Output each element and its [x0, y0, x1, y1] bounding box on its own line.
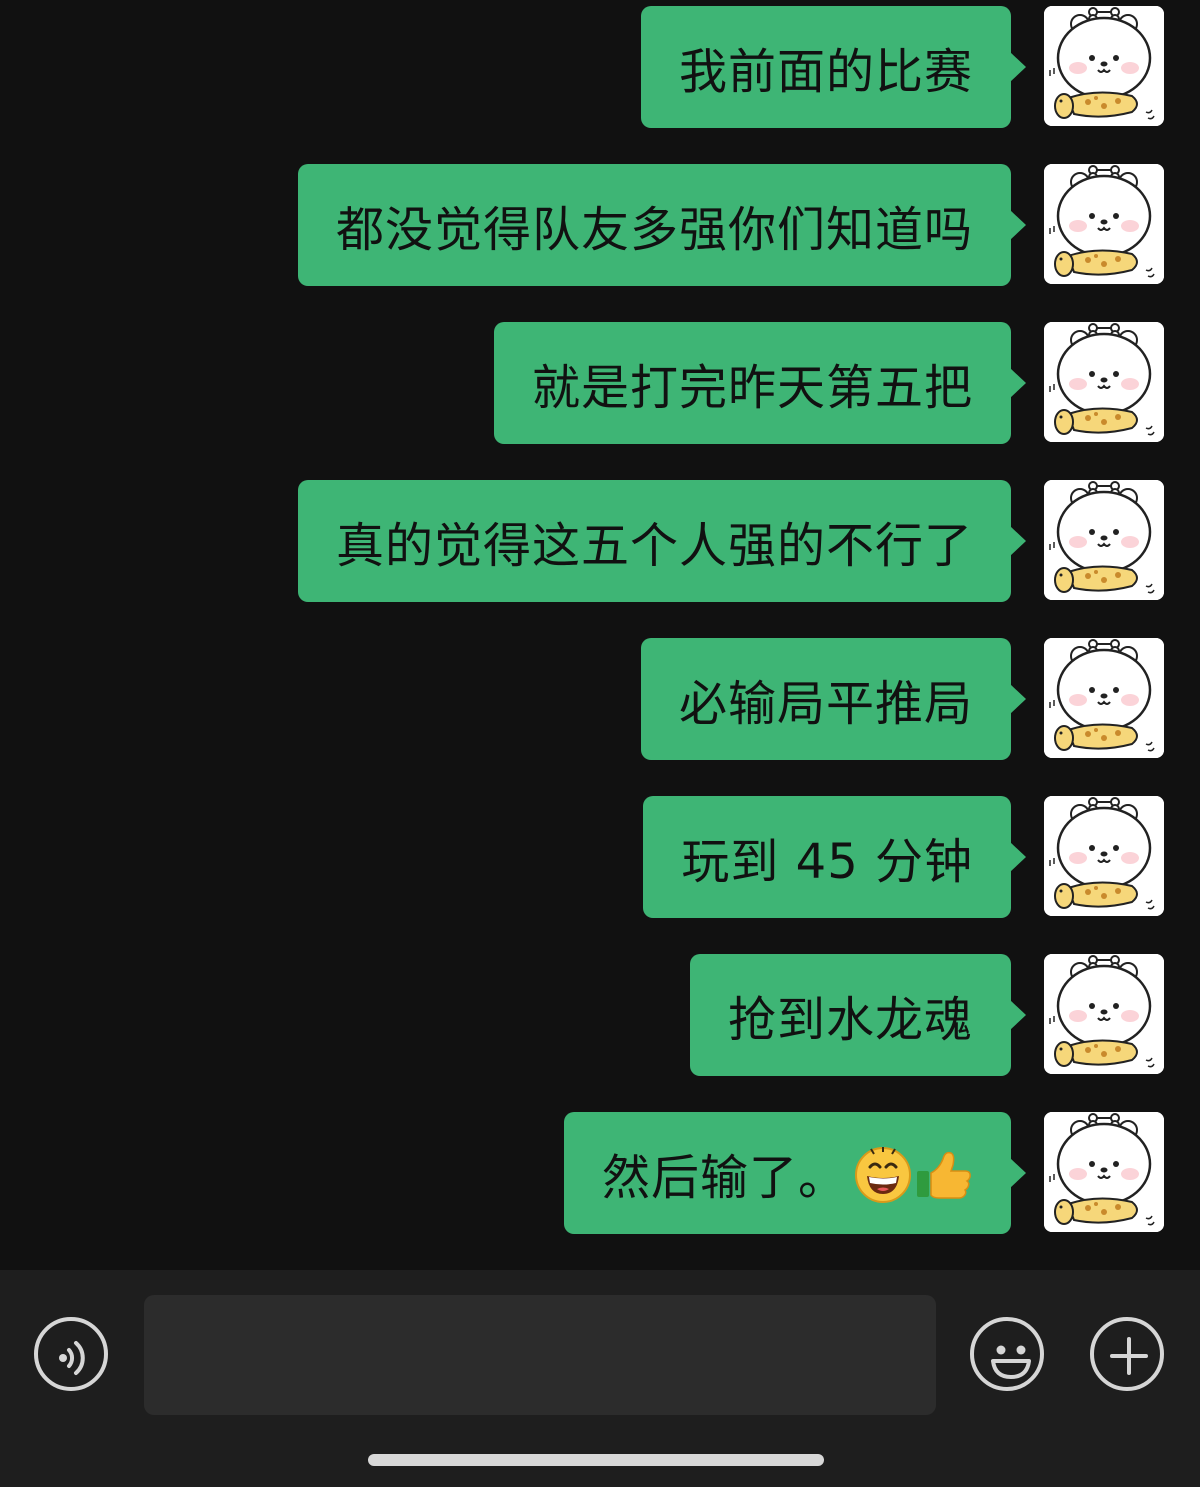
message-text: 我前面的比赛 — [678, 44, 973, 100]
message-text: 玩到 45 分钟 — [681, 834, 973, 890]
message-bubble[interactable]: 然后输了。 — [563, 1112, 1027, 1234]
message-input[interactable] — [144, 1295, 936, 1415]
message-row: 必输局平推局 — [640, 638, 1164, 760]
bear-sticker-avatar[interactable] — [1044, 322, 1164, 442]
message-bubble[interactable]: 真的觉得这五个人强的不行了 — [297, 480, 1027, 602]
plus-icon — [1110, 1337, 1148, 1375]
more-options-button[interactable] — [1090, 1317, 1164, 1391]
bear-sticker-avatar[interactable] — [1044, 480, 1164, 600]
message-text: 都没觉得队友多强你们知道吗 — [335, 202, 973, 258]
bear-sticker-avatar[interactable] — [1044, 164, 1164, 284]
message-bubble[interactable]: 必输局平推局 — [640, 638, 1027, 760]
message-row: 玩到 45 分钟 — [643, 796, 1164, 918]
message-text: 然后输了。 — [601, 1150, 847, 1206]
chat-area[interactable]: 我前面的比赛 都没觉得队友多强你们知道吗 就是打完昨天第五把 真的觉得这五个人强… — [0, 0, 1200, 1270]
bear-sticker-avatar[interactable] — [1044, 1112, 1164, 1232]
message-text: 真的觉得这五个人强的不行了 — [335, 518, 973, 574]
message-bubble[interactable]: 就是打完昨天第五把 — [493, 322, 1027, 444]
input-bar — [0, 1270, 1200, 1487]
message-text: 就是打完昨天第五把 — [531, 360, 973, 416]
bear-sticker-avatar[interactable] — [1044, 796, 1164, 916]
message-row: 真的觉得这五个人强的不行了 — [297, 480, 1164, 602]
thumbs-up-emoji — [913, 1143, 973, 1203]
voice-icon — [59, 1341, 85, 1375]
voice-button[interactable] — [34, 1317, 108, 1391]
home-indicator[interactable] — [368, 1454, 824, 1466]
message-text: 抢到水龙魂 — [727, 992, 973, 1048]
message-bubble[interactable]: 抢到水龙魂 — [689, 954, 1027, 1076]
message-row: 我前面的比赛 — [640, 6, 1164, 128]
message-row: 都没觉得队友多强你们知道吗 — [297, 164, 1164, 286]
message-row: 抢到水龙魂 — [689, 954, 1164, 1076]
message-text: 必输局平推局 — [678, 676, 973, 732]
grinning-face-emoji — [853, 1143, 913, 1203]
bear-sticker-avatar[interactable] — [1044, 6, 1164, 126]
emoji-face-icon — [991, 1345, 1031, 1379]
message-row: 然后输了。 — [563, 1112, 1164, 1234]
message-bubble[interactable]: 玩到 45 分钟 — [643, 796, 1026, 918]
message-row: 就是打完昨天第五把 — [493, 322, 1164, 444]
emoji-button[interactable] — [970, 1317, 1044, 1391]
bear-sticker-avatar[interactable] — [1044, 954, 1164, 1074]
bear-sticker-avatar[interactable] — [1044, 638, 1164, 758]
message-bubble[interactable]: 我前面的比赛 — [640, 6, 1027, 128]
message-bubble[interactable]: 都没觉得队友多强你们知道吗 — [297, 164, 1027, 286]
